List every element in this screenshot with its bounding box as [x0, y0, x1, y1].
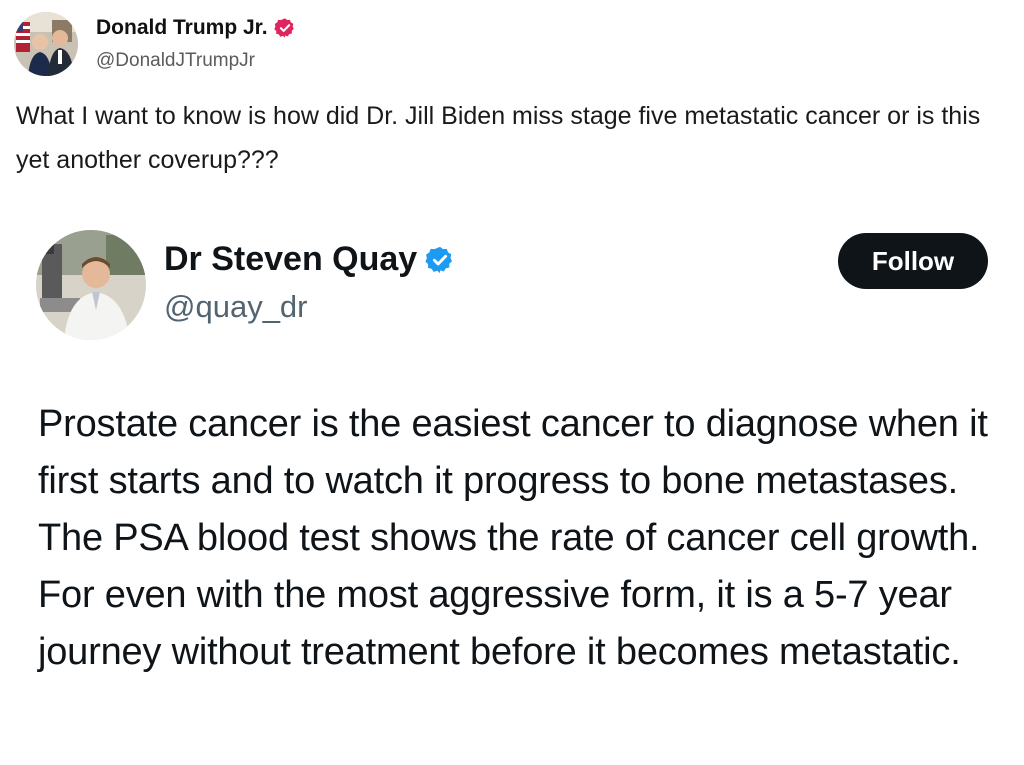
author-name-row: Donald Trump Jr. [96, 16, 296, 40]
avatar-image [14, 12, 78, 76]
quoted-post-text: Prostate cancer is the easiest cancer to… [38, 403, 988, 673]
quoted-author-display-name[interactable]: Dr Steven Quay [164, 240, 417, 279]
follow-button[interactable]: Follow [838, 233, 988, 289]
quoted-author-name-row: Dr Steven Quay [164, 240, 455, 279]
author-display-name[interactable]: Donald Trump Jr. [96, 16, 268, 40]
post-author: Donald Trump Jr. @DonaldJTrumpJr [96, 16, 296, 72]
post-text: What I want to know is how did Dr. Jill … [16, 102, 981, 174]
post-header: Donald Trump Jr. @DonaldJTrumpJr [14, 12, 296, 76]
quoted-avatar-image [36, 230, 146, 340]
author-handle[interactable]: @DonaldJTrumpJr [96, 50, 296, 72]
verified-badge-icon [273, 17, 296, 39]
avatar[interactable] [14, 12, 78, 76]
quoted-author-handle[interactable]: @quay_dr [164, 289, 455, 325]
quoted-post-screenshot: Dr Steven Quay @quay_dr Follow Prostate … [0, 210, 1024, 765]
post: Donald Trump Jr. @DonaldJTrumpJr What I … [0, 0, 1024, 765]
quoted-avatar[interactable] [36, 230, 146, 340]
quoted-author: Dr Steven Quay @quay_dr [164, 240, 455, 325]
verified-badge-icon [425, 245, 455, 275]
